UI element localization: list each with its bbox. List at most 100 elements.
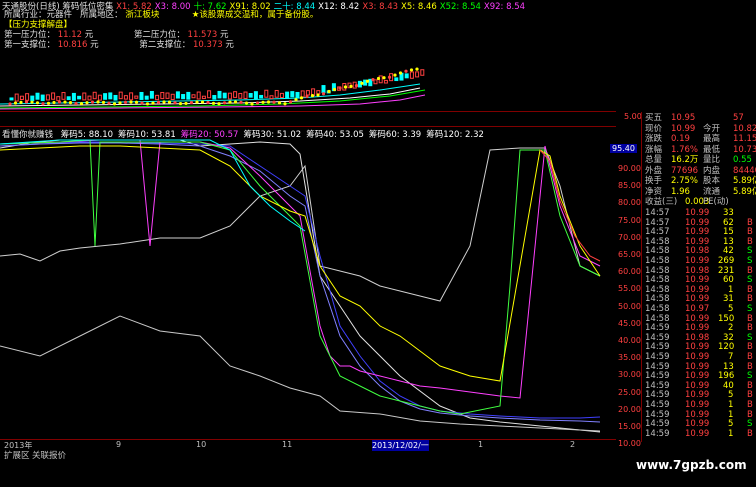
tick-row[interactable]: 14:59 10.99 5 S: [645, 419, 755, 429]
quote-row: 总量 16.2万 量比 0.55: [645, 155, 755, 166]
axis-tick-label: 35.00: [618, 353, 641, 363]
tick-row[interactable]: 14:58 10.99 1 B: [645, 285, 755, 295]
tick-row[interactable]: 14:57 10.99 15 B: [645, 227, 755, 237]
candle: [92, 91, 97, 100]
tick-s: B: [747, 323, 753, 334]
tick-s: B: [747, 352, 753, 362]
quote-v1: 0.19: [671, 134, 690, 144]
candle: [97, 94, 102, 101]
tick-s: B: [747, 236, 753, 247]
quote-l2: 流通: [703, 186, 721, 197]
axis-tick-label: 60.00: [618, 267, 641, 277]
candle: [368, 78, 373, 87]
tick-row[interactable]: 14:58 10.99 150 B: [645, 314, 755, 324]
tick-p: 10.99: [685, 227, 710, 238]
indicator-value: 筹码10: 53.81: [118, 130, 176, 140]
candle: [160, 91, 165, 100]
price-dot: [151, 101, 155, 105]
quote-v1: 10.95: [671, 113, 696, 123]
tick-s: B: [747, 409, 753, 420]
price-dot: [299, 96, 304, 100]
tick-p: 10.99: [685, 400, 710, 410]
tick-p: 10.99: [685, 390, 710, 401]
tick-t: 14:58: [645, 284, 670, 295]
candle: [409, 71, 414, 79]
price-dot: [354, 84, 359, 88]
tick-row[interactable]: 14:59 10.99 40 B: [645, 381, 755, 391]
tick-row[interactable]: 14:59 10.99 1 B: [645, 400, 755, 410]
quote-l2: 今开: [703, 123, 721, 134]
price-dot: [140, 101, 144, 105]
tick-t: 14:59: [645, 323, 670, 334]
quote-l1: 现价: [645, 123, 663, 134]
quote-v2: 5.89亿: [733, 186, 756, 197]
price-dot: [261, 100, 265, 104]
tick-v: 1: [728, 400, 734, 410]
axis-tick-label: 50.00: [618, 301, 641, 311]
quote-v1: 77696: [671, 165, 699, 176]
candle: [134, 95, 139, 99]
candle: [233, 91, 238, 98]
tick-s: B: [747, 342, 753, 353]
candle: [264, 89, 269, 98]
tick-s: S: [747, 371, 753, 382]
quote-v2: 0.55: [733, 155, 752, 165]
tick-row[interactable]: 14:59 10.98 32 S: [645, 333, 755, 343]
price-dot: [349, 84, 353, 88]
tick-t: 14:58: [645, 294, 670, 305]
tick-row[interactable]: 14:59 10.99 120 B: [645, 342, 755, 352]
indicator-value: 筹码60: 3.39: [368, 130, 422, 140]
tick-row[interactable]: 14:59 10.99 13 B: [645, 362, 755, 372]
tick-row[interactable]: 14:58 10.99 31 B: [645, 294, 755, 304]
tick-row[interactable]: 14:58 10.98 42 S: [645, 246, 755, 256]
value-axis: 5.00 95.40 90.00 85.00 80.00 75.00 70.00 65.0…: [610, 112, 642, 448]
tick-v: 40: [723, 380, 734, 391]
tick-row[interactable]: 14:57 10.99 62 B: [645, 218, 755, 228]
tick-t: 14:58: [645, 313, 670, 324]
indicator-chart-pane[interactable]: [0, 126, 616, 438]
tick-row[interactable]: 14:58 10.99 269 S: [645, 256, 755, 266]
price-dot: [332, 87, 337, 92]
candle: [165, 92, 170, 99]
price-dot: [310, 94, 315, 98]
price-dot: [233, 100, 238, 104]
tick-t: 14:59: [645, 409, 670, 420]
tick-row[interactable]: 14:59 10.99 1 B: [645, 410, 755, 420]
price-indicator-value: X5: 8.46: [401, 2, 437, 12]
candle: [56, 96, 61, 102]
tab-related-quote[interactable]: 关联报价: [32, 449, 66, 461]
tab-extension[interactable]: 扩展区: [4, 449, 30, 461]
tick-row[interactable]: 14:58 10.99 60 S: [645, 275, 755, 285]
tick-row[interactable]: 14:59 10.99 5 B: [645, 390, 755, 400]
tick-t: 14:58: [645, 304, 670, 314]
tick-row[interactable]: 14:57 10.99 33: [645, 208, 755, 218]
resistance1-value: 11.12: [57, 30, 83, 40]
candle: [170, 93, 175, 101]
axis-tick-label: 80.00: [618, 198, 641, 208]
price-dot: [129, 100, 133, 104]
candle: [144, 95, 149, 100]
tick-row[interactable]: 14:59 10.99 196 S: [645, 371, 755, 381]
price-dot: [360, 81, 364, 85]
price-dot: [79, 101, 84, 106]
price-indicator-value: X12: 8.42: [318, 2, 360, 12]
tick-p: 10.99: [685, 409, 710, 420]
axis-tick-label: 65.00: [618, 250, 641, 259]
candle: [139, 91, 144, 100]
quote-v1: 16.2万: [671, 155, 699, 165]
tick-row[interactable]: 14:59 10.99 7 B: [645, 352, 755, 362]
support2-unit: 元: [225, 40, 234, 50]
tick-t: 14:59: [645, 419, 670, 430]
candle: [14, 93, 19, 102]
candle: [77, 95, 82, 100]
tick-row[interactable]: 14:58 10.97 5 S: [645, 304, 755, 314]
candle: [394, 77, 399, 82]
tick-row[interactable]: 14:59 10.99 2 B: [645, 323, 755, 333]
candle: [19, 95, 24, 100]
tick-row[interactable]: 14:59 10.99 1 B: [645, 429, 755, 439]
tick-s: B: [747, 390, 753, 401]
quote-l1: 涨幅: [645, 144, 663, 155]
tick-t: 14:59: [645, 342, 670, 353]
tick-row[interactable]: 14:58 10.98 231 B: [645, 266, 755, 276]
tick-row[interactable]: 14:58 10.99 13 B: [645, 237, 755, 247]
